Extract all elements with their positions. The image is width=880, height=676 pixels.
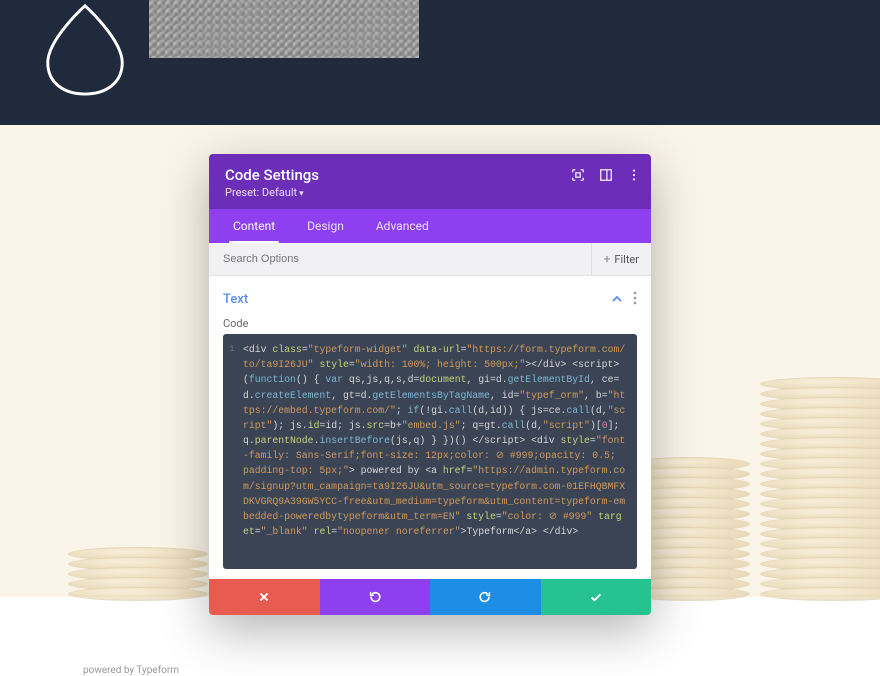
logo-drop-icon	[36, 0, 134, 96]
undo-button[interactable]	[320, 579, 431, 615]
hero-image	[149, 0, 419, 58]
modal-header: Code Settings Preset: Default▾	[209, 154, 651, 209]
page-header-dark	[0, 0, 880, 125]
code-editor[interactable]: 1 <div class="typeform-widget" data-url=…	[223, 334, 637, 569]
modal-tabs: Content Design Advanced	[209, 209, 651, 243]
section-more-icon[interactable]	[633, 290, 637, 309]
redo-button[interactable]	[430, 579, 541, 615]
panel-icon[interactable]	[599, 168, 613, 182]
section-title: Text	[223, 292, 248, 307]
filter-button[interactable]: +Filter	[591, 243, 651, 275]
cancel-button[interactable]	[209, 579, 320, 615]
search-input[interactable]	[209, 244, 591, 274]
action-bar	[209, 579, 651, 615]
tab-advanced[interactable]: Advanced	[360, 209, 445, 243]
powered-by-label: powered by Typeform	[83, 665, 179, 676]
preset-selector[interactable]: Preset: Default▾	[225, 186, 635, 199]
collapse-icon[interactable]	[611, 290, 623, 309]
search-row: +Filter	[209, 243, 651, 276]
save-button[interactable]	[541, 579, 652, 615]
section-text: Text Code 1 <div class="typeform-widget"…	[209, 276, 651, 579]
tab-content[interactable]: Content	[217, 209, 291, 243]
expand-icon[interactable]	[571, 168, 585, 182]
more-icon[interactable]	[627, 168, 641, 182]
code-settings-modal: Code Settings Preset: Default▾ Content D…	[209, 154, 651, 615]
field-label-code: Code	[223, 317, 637, 330]
tab-design[interactable]: Design	[291, 209, 360, 243]
line-number: 1	[229, 342, 235, 357]
